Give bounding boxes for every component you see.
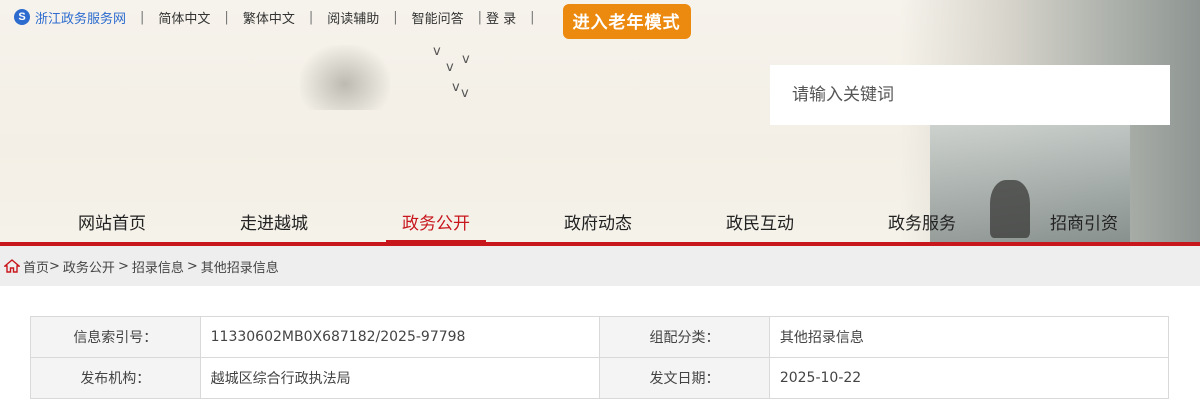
nav-about-yuecheng[interactable]: 走进越城 <box>240 207 308 241</box>
index-number-label: 信息索引号： <box>30 316 201 358</box>
nav-government-disclosure[interactable]: 政务公开 <box>386 207 486 243</box>
main-nav: 网站首页 走进越城 政务公开 政府动态 政民互动 政务服务 招商引资 <box>0 207 1200 243</box>
ink-mountain-decoration <box>300 45 390 110</box>
publisher-label: 发布机构： <box>30 357 201 399</box>
site-name-link[interactable]: 浙江政务服务网 <box>35 8 126 27</box>
reading-assist-link[interactable]: 阅读辅助 <box>327 8 379 27</box>
home-icon[interactable] <box>4 259 20 273</box>
divider: | <box>477 9 483 25</box>
category-value: 其他招录信息 <box>768 316 1170 358</box>
index-number-value: 11330602MB0X687182/2025-97798 <box>199 316 601 358</box>
zhejiang-gov-logo-icon[interactable]: S <box>14 9 30 25</box>
simplified-chinese-link[interactable]: 简体中文 <box>158 8 210 27</box>
breadcrumb: 首页 > 政务公开 > 招录信息 > 其他招录信息 <box>0 246 1200 286</box>
smart-qa-link[interactable]: 智能问答 <box>412 8 464 27</box>
bird-decoration: v <box>433 44 441 59</box>
breadcrumb-separator: > <box>49 258 60 274</box>
login-link[interactable]: 登 录 <box>486 8 516 27</box>
category-label: 组配分类： <box>599 316 770 358</box>
bird-decoration: v <box>446 60 454 75</box>
breadcrumb-other-recruitment[interactable]: 其他招录信息 <box>201 257 279 276</box>
issue-date-value: 2025-10-22 <box>768 357 1170 399</box>
elder-mode-button[interactable]: 进入老年模式 <box>562 4 691 39</box>
breadcrumb-home[interactable]: 首页 <box>23 257 49 276</box>
nav-government-news[interactable]: 政府动态 <box>564 207 632 241</box>
breadcrumb-government-disclosure[interactable]: 政务公开 <box>63 257 115 276</box>
issue-date-label: 发文日期： <box>599 357 770 399</box>
nav-government-services[interactable]: 政务服务 <box>888 207 956 241</box>
publisher-value: 越城区综合行政执法局 <box>199 357 601 399</box>
site-header: v v v v v S 浙江政务服务网 | 简体中文 | 繁体中文 | 阅读辅助… <box>0 0 1200 246</box>
nav-investment[interactable]: 招商引资 <box>1050 207 1118 241</box>
breadcrumb-recruitment-info[interactable]: 招录信息 <box>132 257 184 276</box>
divider: | <box>530 9 535 25</box>
nav-home[interactable]: 网站首页 <box>78 207 146 241</box>
nav-public-interaction[interactable]: 政民互动 <box>726 207 794 241</box>
divider: | <box>393 9 398 25</box>
divider: | <box>224 9 229 25</box>
bird-decoration: v <box>462 52 470 67</box>
breadcrumb-separator: > <box>117 258 129 274</box>
divider: | <box>308 9 314 25</box>
bird-decoration: v <box>452 80 460 95</box>
table-row: 信息索引号： 11330602MB0X687182/2025-97798 组配分… <box>30 316 1170 358</box>
divider: | <box>140 9 145 25</box>
search-input[interactable] <box>770 65 1170 125</box>
top-links-bar: S 浙江政务服务网 | 简体中文 | 繁体中文 | 阅读辅助 | 智能问答 | … <box>14 4 691 39</box>
table-row: 发布机构： 越城区综合行政执法局 发文日期： 2025-10-22 <box>30 357 1170 399</box>
breadcrumb-separator: > <box>186 258 198 274</box>
document-info-table: 信息索引号： 11330602MB0X687182/2025-97798 组配分… <box>30 316 1170 399</box>
bird-decoration: v <box>461 86 469 101</box>
traditional-chinese-link[interactable]: 繁体中文 <box>243 8 295 27</box>
